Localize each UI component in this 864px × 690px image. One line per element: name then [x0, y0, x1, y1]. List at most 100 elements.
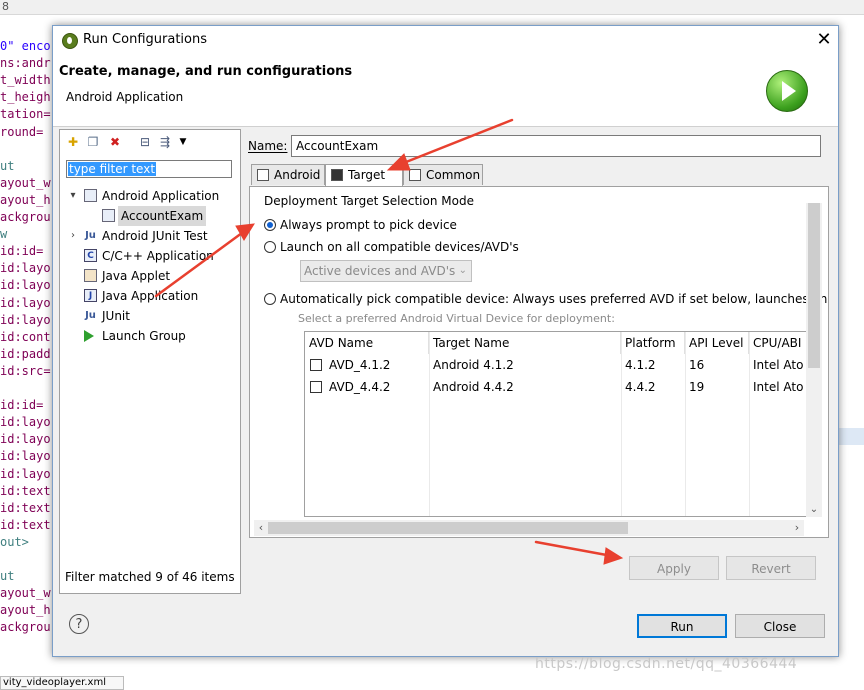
- tree-item[interactable]: ▾ Android Application: [60, 186, 238, 206]
- background-code-line: id:layo: [0, 261, 51, 276]
- tree-item-label: AccountExam: [118, 206, 207, 226]
- scroll-down-icon[interactable]: ⌄: [806, 503, 822, 517]
- tree-item-icon: [84, 330, 94, 342]
- column-header-platform[interactable]: Platform: [621, 332, 685, 354]
- avd-cell-cpu: Intel Ato: [753, 358, 804, 372]
- horizontal-scrollbar-thumb[interactable]: [268, 522, 628, 534]
- background-code-line: w: [0, 227, 8, 242]
- name-field[interactable]: [291, 135, 821, 157]
- tab-target[interactable]: Target: [325, 164, 403, 186]
- filter-input[interactable]: type filter text: [66, 160, 232, 178]
- duplicate-icon[interactable]: ❐: [86, 135, 100, 149]
- tree-item-label: Launch Group: [102, 329, 186, 343]
- avd-cell-avd: AVD_4.1.2: [329, 358, 391, 372]
- close-icon[interactable]: ✕: [813, 29, 835, 51]
- horizontal-scrollbar[interactable]: ‹ ›: [254, 520, 804, 536]
- tree-item[interactable]: Ju JUnit: [60, 306, 238, 326]
- run-launch-icon: [766, 70, 808, 112]
- tab-common-label: Common: [426, 168, 481, 182]
- name-label-text: Name:: [248, 139, 288, 153]
- avd-table: AVD Name Target Name Platform API Level …: [304, 331, 810, 517]
- radio-always-prompt-button[interactable]: [264, 219, 276, 231]
- android-tab-icon: [257, 169, 269, 181]
- collapse-all-icon[interactable]: ⊟: [138, 135, 152, 149]
- background-code-line: ayout_w: [0, 175, 51, 190]
- avd-cell-target: Android 4.1.2: [433, 358, 514, 372]
- radio-launch-all-button[interactable]: [264, 241, 276, 253]
- tree-item[interactable]: Java Applet: [60, 266, 238, 286]
- help-icon[interactable]: ?: [69, 614, 89, 634]
- background-code-line: 0" enco: [0, 39, 51, 53]
- avd-cell-platform: 4.4.2: [625, 380, 656, 394]
- deployment-mode-label: Deployment Target Selection Mode: [264, 194, 474, 208]
- filter-icon[interactable]: ⇶: [158, 135, 172, 149]
- target-tab-content: Deployment Target Selection Mode Always …: [249, 186, 829, 538]
- tree-item[interactable]: AccountExam: [60, 206, 238, 226]
- dialog-titlebar[interactable]: Run Configurations ✕: [53, 26, 838, 54]
- target-tab-icon: [331, 169, 343, 181]
- close-button[interactable]: Close: [735, 614, 825, 638]
- background-code-line: id:src=: [0, 363, 51, 378]
- tree-expander-icon[interactable]: ▾: [68, 186, 78, 206]
- delete-icon[interactable]: ✖: [108, 135, 122, 149]
- watermark: https://blog.csdn.net/qq_40366444: [535, 656, 798, 672]
- avd-row-checkbox[interactable]: [310, 381, 322, 393]
- new-configuration-icon[interactable]: ✚: [66, 135, 80, 149]
- chevron-down-icon[interactable]: ▼: [176, 135, 190, 149]
- background-code-line: ayout_w: [0, 586, 51, 601]
- background-code-line: ayout_h: [0, 603, 51, 618]
- scroll-left-icon[interactable]: ‹: [254, 520, 268, 536]
- tree-item-label: Android Application: [102, 189, 220, 203]
- tree-item[interactable]: J Java Application: [60, 286, 238, 306]
- tree-item-icon: Ju: [85, 230, 96, 241]
- tree-item-label: Android JUnit Test: [102, 229, 208, 243]
- header-title: Create, manage, and run configurations: [59, 64, 353, 79]
- column-header-cpu-abi[interactable]: CPU/ABI: [749, 332, 809, 354]
- avd-cell-platform: 4.1.2: [625, 358, 656, 372]
- background-code-line: tation=: [0, 107, 51, 122]
- radio-launch-all-label: Launch on all compatible devices/AVD's: [280, 240, 519, 254]
- background-code-line: ut: [0, 569, 15, 584]
- revert-button[interactable]: Revert: [726, 556, 816, 580]
- tree-item-icon: Ju: [85, 310, 96, 321]
- background-code-line: id:layo: [0, 449, 51, 464]
- radio-auto-pick-button[interactable]: [264, 293, 276, 305]
- run-button[interactable]: Run: [637, 614, 727, 638]
- background-editor-tab[interactable]: vity_videoplayer.xml: [0, 676, 124, 690]
- tree-item-icon: J: [84, 289, 97, 302]
- dialog-title: Run Configurations: [83, 32, 207, 47]
- tree-expander-icon[interactable]: ›: [68, 226, 78, 246]
- column-header-target-name[interactable]: Target Name: [429, 332, 621, 354]
- tree-item[interactable]: C C/C++ Application: [60, 246, 238, 266]
- background-code-line: id:text: [0, 483, 51, 498]
- background-code-line: id:layo: [0, 295, 51, 310]
- tree-item[interactable]: Launch Group: [60, 326, 238, 346]
- background-code-line: t_width: [0, 73, 51, 88]
- tree-item-label: JUnit: [102, 309, 130, 323]
- avd-cell-avd: AVD_4.4.2: [329, 380, 391, 394]
- radio-always-prompt-label: Always prompt to pick device: [280, 218, 457, 232]
- avd-cell-api: 19: [689, 380, 705, 394]
- tree-item[interactable]: › Ju Android JUnit Test: [60, 226, 238, 246]
- background-code-line: id:layo: [0, 278, 51, 293]
- tree-item-label: C/C++ Application: [102, 249, 214, 263]
- filter-input-text: type filter text: [68, 162, 157, 176]
- column-header-avd-name[interactable]: AVD Name: [305, 332, 429, 354]
- tab-android[interactable]: Android: [251, 164, 325, 185]
- scroll-right-icon[interactable]: ›: [790, 520, 804, 536]
- tab-common[interactable]: Common: [403, 164, 483, 185]
- tree-item-label: Java Applet: [102, 269, 171, 283]
- avd-row-checkbox[interactable]: [310, 359, 322, 371]
- vertical-scrollbar[interactable]: ⌄: [806, 203, 822, 517]
- apply-button[interactable]: Apply: [629, 556, 719, 580]
- background-code-line: id:layo: [0, 466, 51, 481]
- background-code-line: round=: [0, 124, 44, 139]
- tree-item-icon: C: [84, 249, 97, 262]
- column-header-api-level[interactable]: API Level: [685, 332, 749, 354]
- vertical-scrollbar-thumb[interactable]: [808, 203, 820, 368]
- radio-auto-pick-label: Automatically pick compatible device: Al…: [280, 292, 828, 306]
- header-subtitle: Android Application: [66, 90, 184, 104]
- background-code-line: id:layo: [0, 432, 51, 447]
- background-code-line: ayout_h: [0, 192, 51, 207]
- avd-filter-select[interactable]: Active devices and AVD's ⌄: [300, 260, 472, 282]
